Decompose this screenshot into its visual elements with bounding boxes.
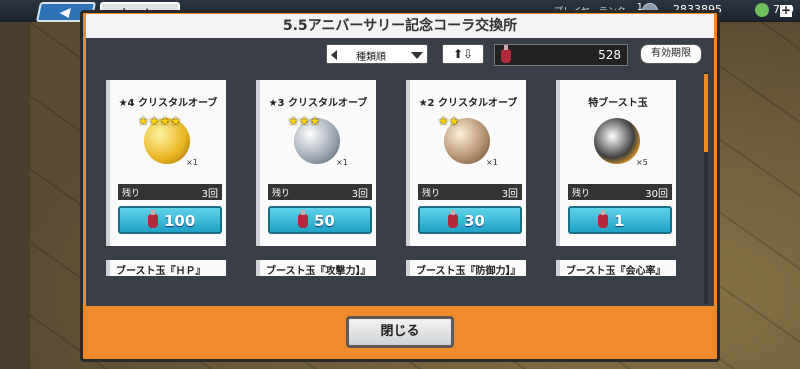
sort-label: 種類順 bbox=[356, 52, 386, 63]
remaining-label: 残り bbox=[122, 189, 141, 199]
sort-dropdown[interactable]: 種類順 bbox=[326, 44, 428, 64]
cola-currency-amount: 528 bbox=[598, 48, 621, 62]
exchange-button[interactable]: 1 bbox=[568, 206, 672, 234]
exchange-button[interactable]: 100 bbox=[118, 206, 222, 234]
cola-bottle-icon bbox=[148, 210, 158, 228]
cola-bottle-icon bbox=[501, 45, 511, 63]
cola-bottle-icon bbox=[598, 210, 608, 228]
star-rating-icon: ★★ bbox=[438, 114, 460, 128]
card-title: 特ブースト玉 bbox=[588, 98, 648, 109]
cola-currency-display: 528 bbox=[494, 44, 628, 66]
price: 30 bbox=[464, 212, 485, 230]
item-quantity: ×1 bbox=[186, 158, 198, 167]
exchange-card-partial[interactable]: ブースト玉『防御力】』 bbox=[406, 260, 526, 276]
sort-order-toggle[interactable]: ⬆⇩ bbox=[442, 44, 484, 64]
exchange-card: 特ブースト玉 ×5 残り 30回 1 bbox=[556, 80, 676, 246]
exchange-card: ★2 クリスタルオーブ ★★ ×1 残り 3回 30 bbox=[406, 80, 526, 246]
add-gems-button[interactable]: + bbox=[780, 4, 792, 17]
card-title: ★3 クリスタルオーブ bbox=[268, 98, 368, 109]
card-title: ブースト玉『会心率』 bbox=[566, 266, 666, 276]
price: 50 bbox=[314, 212, 335, 230]
modal-title: 5.5アニバーサリー記念コーラ交換所 bbox=[86, 14, 714, 38]
exchange-card: ★4 クリスタルオーブ ★★★★ ×1 残り 3回 100 bbox=[106, 80, 226, 246]
remaining-count: 残り 3回 bbox=[268, 184, 372, 200]
card-title: ★4 クリスタルオーブ bbox=[118, 98, 218, 109]
exchange-card-partial[interactable]: ブースト玉『攻撃力】』 bbox=[256, 260, 376, 276]
exchange-button[interactable]: 30 bbox=[418, 206, 522, 234]
cola-bottle-icon bbox=[448, 210, 458, 228]
triangle-left-icon bbox=[331, 50, 337, 60]
left-edge-panel bbox=[0, 22, 30, 369]
star-rating-icon: ★★★ bbox=[288, 114, 321, 128]
exchange-card-partial[interactable]: ブースト玉『ＨＰ』 bbox=[106, 260, 226, 276]
remaining-count: 残り 30回 bbox=[568, 184, 672, 200]
remaining-count: 残り 3回 bbox=[418, 184, 522, 200]
item-quantity: ×1 bbox=[336, 158, 348, 167]
remaining-value: 30回 bbox=[645, 189, 668, 200]
remaining-label: 残り bbox=[422, 189, 441, 199]
scrollbar-thumb[interactable] bbox=[704, 74, 708, 152]
remaining-label: 残り bbox=[572, 189, 591, 199]
cola-bottle-icon bbox=[298, 210, 308, 228]
remaining-label: 残り bbox=[272, 189, 291, 199]
remaining-value: 3回 bbox=[351, 189, 368, 200]
price: 1 bbox=[614, 212, 625, 230]
scrollbar[interactable] bbox=[704, 72, 708, 304]
chevron-down-icon bbox=[411, 52, 423, 59]
card-title: ブースト玉『ＨＰ』 bbox=[116, 266, 206, 276]
price: 100 bbox=[164, 212, 196, 230]
remaining-value: 3回 bbox=[501, 189, 518, 200]
special-boost-orb-icon bbox=[594, 118, 640, 164]
remaining-count: 残り 3回 bbox=[118, 184, 222, 200]
card-title: ブースト玉『防御力】』 bbox=[416, 266, 521, 276]
exchange-button[interactable]: 50 bbox=[268, 206, 372, 234]
star-rating-icon: ★★★★ bbox=[138, 114, 182, 128]
expiry-button[interactable]: 有効期限 bbox=[640, 44, 702, 64]
item-quantity: ×5 bbox=[636, 158, 648, 167]
card-title: ブースト玉『攻撃力】』 bbox=[266, 266, 371, 276]
item-quantity: ×1 bbox=[486, 158, 498, 167]
card-title: ★2 クリスタルオーブ bbox=[418, 98, 518, 109]
exchange-card-partial[interactable]: ブースト玉『会心率』 bbox=[556, 260, 676, 276]
exchange-card: ★3 クリスタルオーブ ★★★ ×1 残り 3回 50 bbox=[256, 80, 376, 246]
close-button[interactable]: 閉じる bbox=[346, 316, 454, 348]
remaining-value: 3回 bbox=[201, 189, 218, 200]
